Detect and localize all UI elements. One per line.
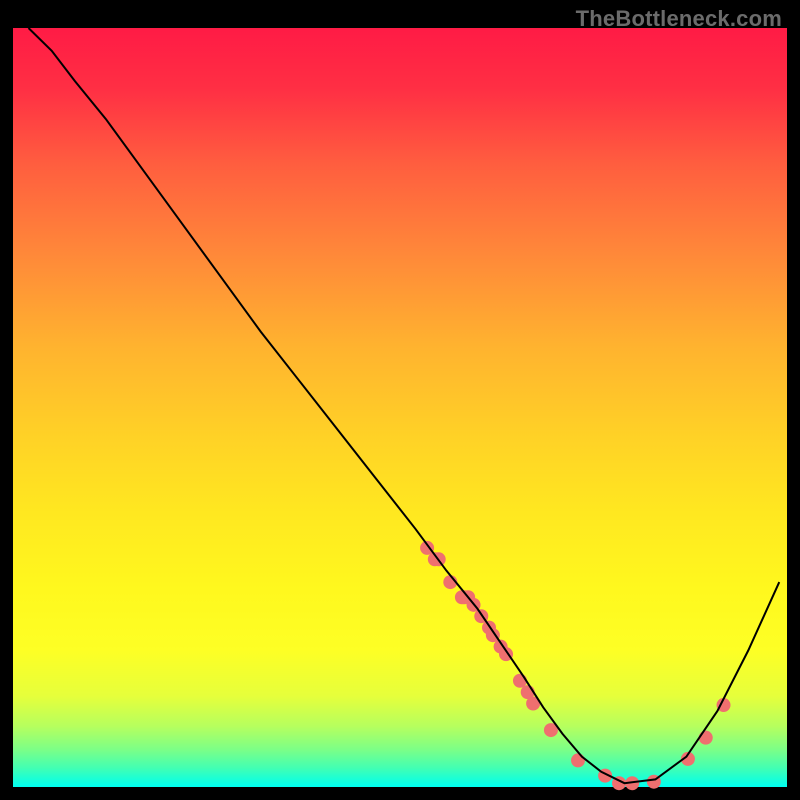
watermark-text: TheBottleneck.com	[576, 6, 782, 32]
chart-gradient-background	[13, 28, 787, 787]
